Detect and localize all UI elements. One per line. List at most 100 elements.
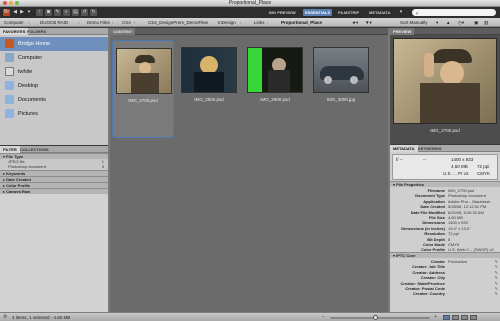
zoom-in-icon[interactable]: + — [434, 314, 437, 320]
breadcrumb-separator-icon: › — [28, 20, 30, 25]
desktop-folder-icon — [5, 81, 14, 90]
refine-icon[interactable]: ✎ — [54, 9, 61, 16]
favorite-label: Documents — [18, 97, 46, 103]
status-text: 4 items, 1 selected - 4.60 MB — [12, 315, 71, 320]
workspace-essentials[interactable]: ESSENTIALS — [303, 9, 333, 16]
breadcrumb-indesign[interactable]: InDesign — [218, 18, 236, 27]
filter-row-label: Photoshop document — [8, 164, 46, 169]
edit-pencil-icon[interactable]: ✎ — [495, 291, 498, 296]
documents-folder-icon — [5, 95, 14, 104]
thumbnail-size-slider-knob[interactable] — [372, 315, 378, 320]
workspace-metadata[interactable]: METADATA — [367, 9, 393, 16]
forward-arrow-icon[interactable]: ▶ — [19, 9, 25, 16]
back-arrow-icon[interactable]: ◀ — [12, 9, 18, 16]
favorite-desktop[interactable]: Desktop — [0, 79, 108, 93]
thumbnail-img-3000[interactable]: IMG_3000.jpg — [310, 40, 372, 138]
rotate-left-icon[interactable]: ↺ — [81, 9, 88, 16]
filter-menu-icon[interactable]: ▼▾ — [365, 18, 372, 27]
gear-icon[interactable]: ⚙ — [3, 314, 7, 320]
preview-panel: PREVIEW IMG_2700.psd — [390, 28, 500, 144]
favorite-twhite[interactable]: twhite — [0, 65, 108, 79]
bridge-logo-icon: Br — [3, 9, 10, 16]
breadcrumb-separator-icon: › — [112, 20, 114, 25]
tab-content[interactable]: CONTENT — [110, 28, 136, 35]
filter-panel-tabs: FILTER COLLECTIONS — [0, 146, 108, 153]
breadcrumb-cs4[interactable]: CS4 — [122, 18, 131, 27]
tab-collections[interactable]: COLLECTIONS — [17, 146, 52, 153]
workspace-filmstrip[interactable]: FILMSTRIP — [336, 9, 361, 16]
breadcrumb-proportional-place[interactable]: Proportional_Place — [281, 18, 322, 27]
thumbnail-img-2800[interactable]: IMG_2800.psd — [178, 40, 240, 138]
favorites-panel-tabs: FAVORITES FOLDERS — [0, 28, 108, 35]
workspace-big-preview[interactable]: BIG PREVIEW — [267, 9, 298, 16]
favorite-label: twhite — [18, 69, 33, 75]
section-label: File Properties — [396, 182, 424, 187]
breadcrumb-computer[interactable]: Computer — [4, 18, 24, 27]
get-photos-camera-icon[interactable]: ◙ — [45, 9, 52, 16]
favorite-pictures[interactable]: Pictures — [0, 107, 108, 121]
thumbnail-filename: IMG_3000.jpg — [326, 97, 356, 102]
zoom-out-icon[interactable]: − — [322, 314, 325, 320]
thumbnail-img-2700[interactable]: IMG_2700.psd — [112, 40, 174, 138]
metadata-summary-placard: f/ -- -- 1400 x 933 4.60 MB 72 ppi U.S. … — [392, 154, 498, 180]
filter-panel-empty-area — [0, 194, 108, 312]
file-properties-section[interactable]: ▾ File Properties — [390, 181, 500, 187]
lock-thumbnail-grid-button[interactable] — [470, 315, 477, 320]
rotate-right-icon[interactable]: ↻ — [90, 9, 97, 16]
open-recent-file-icon[interactable]: ◷▾ — [458, 18, 464, 27]
workspace-menu-chevron-icon[interactable]: ▾ — [398, 9, 404, 16]
window-title: Proportional_Place — [228, 0, 272, 6]
new-folder-icon[interactable]: ▣ — [474, 18, 478, 27]
sort-menu[interactable]: Sort Manually — [400, 18, 428, 27]
breadcrumb-separator-icon: › — [134, 20, 136, 25]
home-icon — [5, 67, 14, 76]
breadcrumb-demo-files[interactable]: Demo Files — [87, 18, 110, 27]
tab-preview[interactable]: PREVIEW — [390, 28, 415, 35]
search-input[interactable]: ρ — [412, 9, 496, 16]
preview-filename: IMG_2700.psd — [430, 128, 460, 133]
recent-folders-icon[interactable]: ▾ — [26, 9, 32, 16]
filter-row-photoshop[interactable]: Photoshop document 3 — [0, 164, 108, 169]
content-panel-tabs: CONTENT — [110, 28, 388, 35]
view-as-thumbnails-button[interactable] — [443, 315, 450, 320]
tab-metadata[interactable]: METADATA — [390, 145, 418, 152]
thumbnail-image — [181, 47, 237, 93]
sort-chevron-icon[interactable]: ▾ — [436, 18, 438, 27]
breadcrumb-duocb-raid[interactable]: DUOCB RAID — [40, 18, 68, 27]
breadcrumb: Computer › DUOCB RAID › Demo Files › CS4… — [0, 18, 500, 27]
favorite-documents[interactable]: Documents — [0, 93, 108, 107]
view-as-details-button[interactable] — [452, 315, 459, 320]
view-as-list-button[interactable] — [461, 315, 468, 320]
star-filter-icon[interactable]: ★▾ — [352, 18, 358, 27]
breadcrumb-cs4-designprem[interactable]: CS4_DesignPrem_DemoFiles — [148, 18, 208, 27]
tab-keywords[interactable]: KEYWORDS — [415, 145, 445, 152]
go-up-folder-icon[interactable]: ↑ — [36, 9, 43, 16]
favorite-label: Computer — [18, 55, 43, 61]
thumbnail-image — [313, 47, 369, 93]
favorite-computer[interactable]: Computer — [0, 51, 108, 65]
tab-folders[interactable]: FOLDERS — [24, 28, 49, 35]
delete-trash-icon[interactable]: ▥ — [484, 18, 488, 27]
section-label: IPTC Core — [396, 253, 416, 258]
preview-image[interactable] — [393, 38, 497, 124]
favorite-label: Bridge Home — [18, 41, 51, 47]
output-icon[interactable]: ▤ — [72, 9, 79, 16]
aperture-value: f/ -- — [396, 157, 403, 162]
iptc-core-section[interactable]: ▾ IPTC Core — [390, 252, 500, 258]
thumbnail-img-2900[interactable]: IMG_2900.psd — [244, 40, 306, 138]
favorite-bridge-home[interactable]: Bridge Home — [0, 37, 108, 51]
pictures-folder-icon — [5, 109, 14, 118]
breadcrumb-separator-icon: › — [240, 20, 242, 25]
thumbnail-image — [116, 48, 172, 94]
open-in-camera-raw-icon[interactable]: ◐ — [63, 9, 70, 16]
breadcrumb-links[interactable]: Links — [254, 18, 265, 27]
filter-row-count: 3 — [101, 164, 104, 169]
computer-icon — [5, 53, 14, 62]
metadata-panel: METADATA KEYWORDS f/ -- -- 1400 x 933 4.… — [390, 145, 500, 312]
content-panel: CONTENT IMG_2700.psd IMG_2800.psd IMG_29… — [110, 28, 388, 312]
sort-direction-icon[interactable]: ▲ — [446, 18, 450, 27]
favorite-label: Pictures — [18, 111, 38, 117]
thumbnail-size-slider[interactable] — [330, 315, 430, 320]
breadcrumb-separator-icon: › — [78, 20, 80, 25]
dimensions-value: 1400 x 933 — [451, 157, 474, 162]
